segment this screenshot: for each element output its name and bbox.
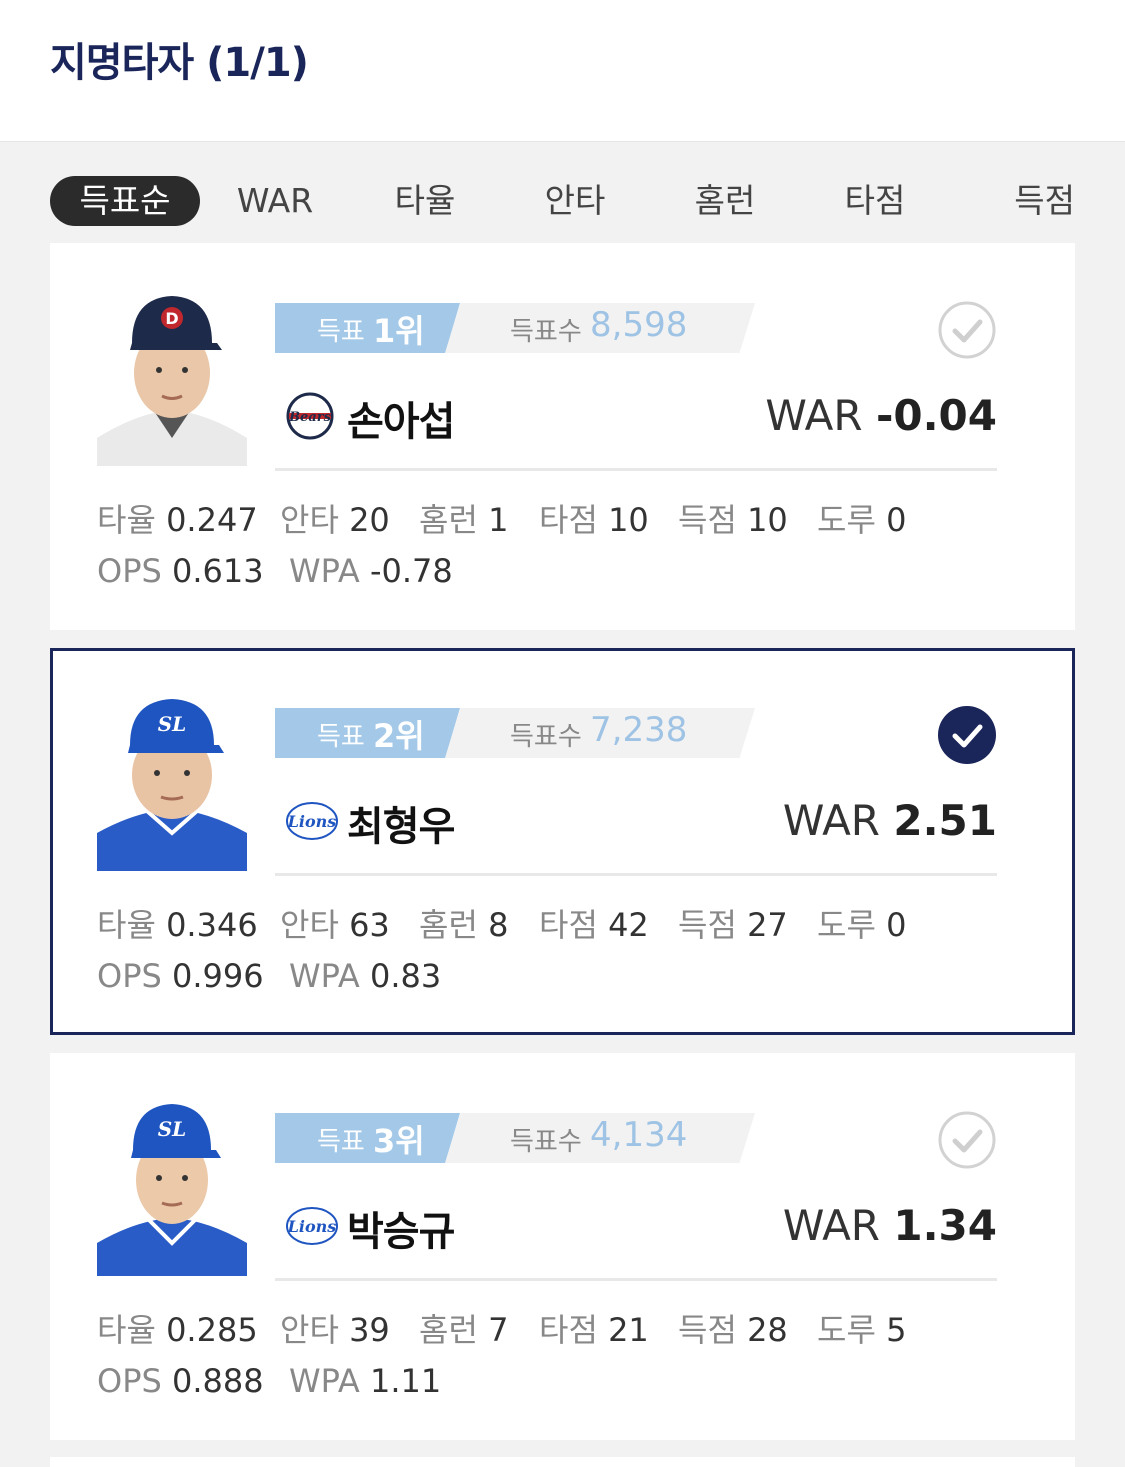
stat-ops: OPS 0.888 (97, 1362, 264, 1400)
stat-wpa: WPA -0.78 (289, 552, 453, 590)
svg-text:Lions: Lions (287, 812, 337, 831)
player-card-partial[interactable] (50, 1457, 1075, 1467)
votes-label: 득표수 (510, 317, 582, 347)
rank-label: 득표 (317, 317, 365, 347)
stat-avg: 타율 0.247 (97, 501, 258, 539)
votes-label: 득표수 (510, 722, 582, 752)
vote-check-icon[interactable] (938, 706, 996, 764)
tab-hr[interactable]: 홈런 (650, 176, 800, 226)
svg-text:Bears: Bears (288, 410, 332, 425)
player-photo: SL (97, 693, 247, 871)
stat-wpa: WPA 1.11 (289, 1362, 442, 1400)
lions-logo-icon: Lions (285, 1201, 338, 1251)
tab-rbi[interactable]: 타점 (800, 176, 950, 226)
stat-hits: 안타 20 (280, 501, 390, 539)
rank-value: 3위 (373, 1122, 425, 1160)
tab-votes[interactable]: 득표순 (50, 176, 200, 226)
rank-badge: 득표 3위 (275, 1113, 460, 1163)
war-value: 2.51 (893, 796, 997, 845)
votes-badge: 득표수 4,134 (445, 1113, 755, 1163)
sort-tabs: 득표순 WAR 타율 안타 홈런 타점 득점 (50, 176, 1075, 226)
svg-text:SL: SL (158, 1117, 187, 1141)
player-name: 최형우 (347, 804, 455, 850)
stat-sb: 도루 0 (817, 906, 907, 944)
votes-value: 8,598 (590, 305, 688, 345)
war-label: WAR (765, 391, 863, 440)
vote-check-icon[interactable] (938, 1111, 996, 1169)
rank-label: 득표 (317, 722, 365, 752)
player-name: 손아섭 (347, 399, 455, 445)
svg-text:Lions: Lions (287, 1217, 337, 1236)
player-photo: SL (97, 1098, 247, 1276)
stat-rbi: 타점 10 (539, 501, 649, 539)
stat-sb: 도루 5 (817, 1311, 907, 1349)
stat-ops: OPS 0.613 (97, 552, 264, 590)
stat-ops: OPS 0.996 (97, 957, 264, 995)
stat-runs: 득점 28 (678, 1311, 788, 1349)
player-name: 박승규 (347, 1209, 455, 1255)
svg-text:SL: SL (158, 712, 187, 736)
votes-badge: 득표수 8,598 (445, 303, 755, 353)
stat-sb: 도루 0 (817, 501, 907, 539)
rank-badge: 득표 1위 (275, 303, 460, 353)
war-stat: WAR -0.04 (765, 391, 997, 440)
rank-label: 득표 (317, 1127, 365, 1157)
tab-hits[interactable]: 안타 (500, 176, 650, 226)
tab-war[interactable]: WAR (200, 176, 350, 226)
divider (275, 1278, 997, 1281)
stat-runs: 득점 27 (678, 906, 788, 944)
stat-rbi: 타점 42 (539, 906, 649, 944)
divider (275, 873, 997, 876)
votes-badge: 득표수 7,238 (445, 708, 755, 758)
page-header: 지명타자 (1/1) (0, 0, 1125, 142)
page-title: 지명타자 (1/1) (50, 40, 309, 86)
bears-logo-icon: Bears (285, 391, 335, 441)
player-photo: D (97, 288, 247, 466)
votes-label: 득표수 (510, 1127, 582, 1157)
tab-runs[interactable]: 득점 (950, 176, 1075, 226)
votes-value: 4,134 (590, 1115, 688, 1155)
stat-rbi: 타점 21 (539, 1311, 649, 1349)
svg-text:D: D (165, 309, 178, 328)
rank-badge: 득표 2위 (275, 708, 460, 758)
war-stat: WAR 2.51 (783, 796, 997, 845)
stat-avg: 타율 0.285 (97, 1311, 258, 1349)
vote-check-icon[interactable] (938, 301, 996, 359)
stat-hr: 홈런 7 (419, 1311, 509, 1349)
stat-avg: 타율 0.346 (97, 906, 258, 944)
stat-hits: 안타 39 (280, 1311, 390, 1349)
stat-runs: 득점 10 (678, 501, 788, 539)
stat-hr: 홈런 8 (419, 906, 509, 944)
rank-value: 2위 (373, 717, 425, 755)
divider (275, 468, 997, 471)
war-label: WAR (782, 1201, 880, 1250)
war-stat: WAR 1.34 (783, 1201, 997, 1250)
war-label: WAR (782, 796, 880, 845)
rank-value: 1위 (373, 312, 425, 350)
stat-hr: 홈런 1 (419, 501, 509, 539)
tab-avg[interactable]: 타율 (350, 176, 500, 226)
stat-wpa: WPA 0.83 (289, 957, 442, 995)
player-card[interactable]: SL 득표 2위 득표수 7,238 Lions 최형우 WAR 2.51 타율… (50, 648, 1075, 1035)
lions-logo-icon: Lions (285, 796, 338, 846)
war-value: -0.04 (875, 391, 997, 440)
player-card[interactable]: D 득표 1위 득표수 8,598 Bears 손아섭 WAR -0.04 타율… (50, 243, 1075, 630)
votes-value: 7,238 (590, 710, 688, 750)
war-value: 1.34 (893, 1201, 997, 1250)
player-card[interactable]: SL 득표 3위 득표수 4,134 Lions 박승규 WAR 1.34 타율… (50, 1053, 1075, 1440)
stat-hits: 안타 63 (280, 906, 390, 944)
